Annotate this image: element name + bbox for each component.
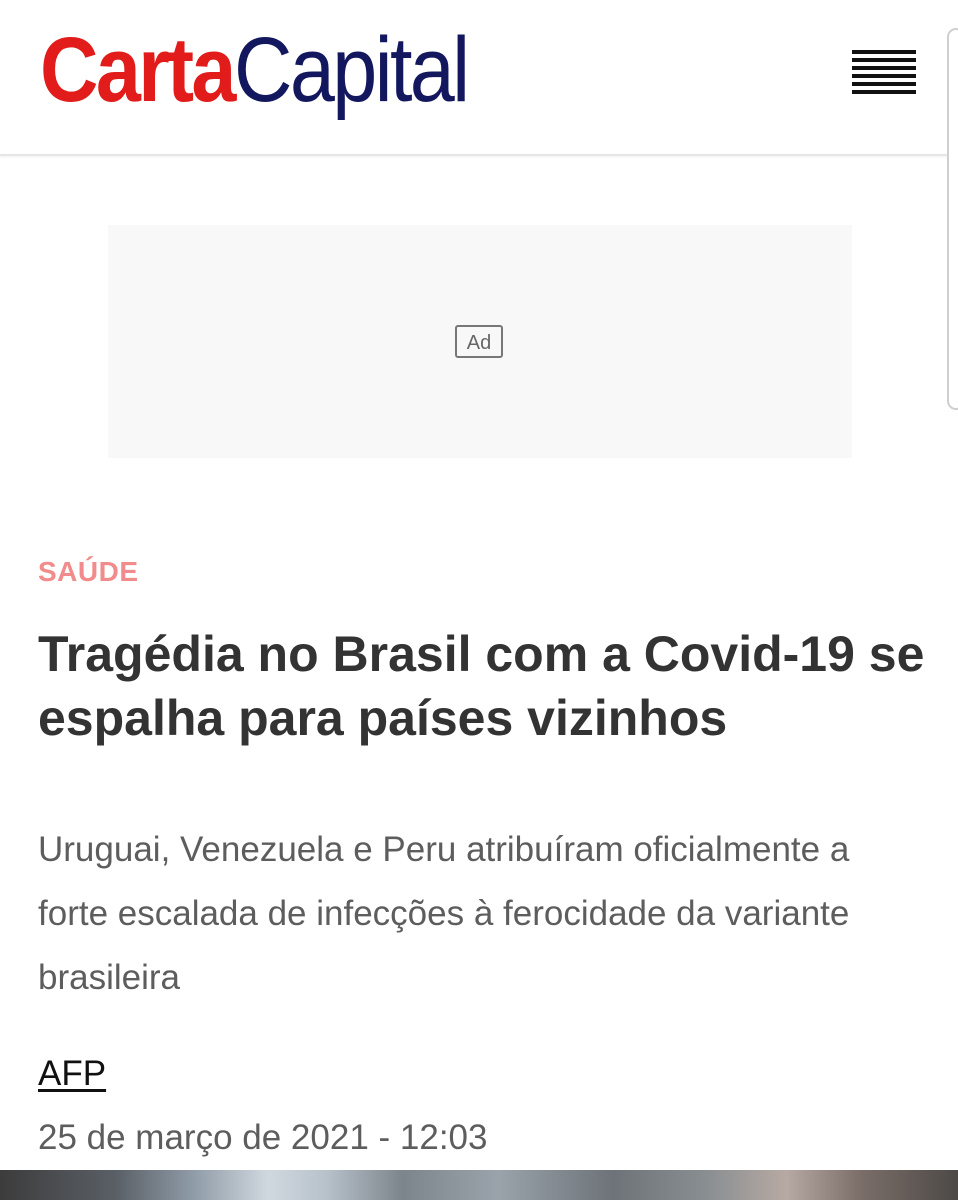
ad-badge: Ad: [455, 325, 503, 358]
site-header: CartaCapital: [0, 0, 958, 156]
author-link[interactable]: AFP: [38, 1052, 106, 1096]
menu-bar: [852, 66, 916, 70]
logo-carta-text: Carta: [40, 19, 236, 121]
article-photo: [0, 1170, 958, 1200]
menu-bar: [852, 58, 916, 62]
category-link[interactable]: SAÚDE: [38, 555, 139, 589]
logo-capital-text: Capital: [234, 19, 470, 121]
scrollbar[interactable]: [947, 28, 958, 410]
menu-bar: [852, 74, 916, 78]
menu-bar: [852, 50, 916, 54]
hamburger-menu-icon[interactable]: [852, 50, 916, 94]
site-logo[interactable]: CartaCapital: [40, 10, 500, 130]
menu-bar: [852, 90, 916, 94]
menu-bar: [852, 82, 916, 86]
publish-date: 25 de março de 2021 - 12:03: [38, 1118, 488, 1157]
article-subtitle: Uruguai, Venezuela e Peru atribuíram ofi…: [38, 830, 850, 997]
article-title: Tragédia no Brasil com a Covid-19 se esp…: [38, 626, 925, 746]
